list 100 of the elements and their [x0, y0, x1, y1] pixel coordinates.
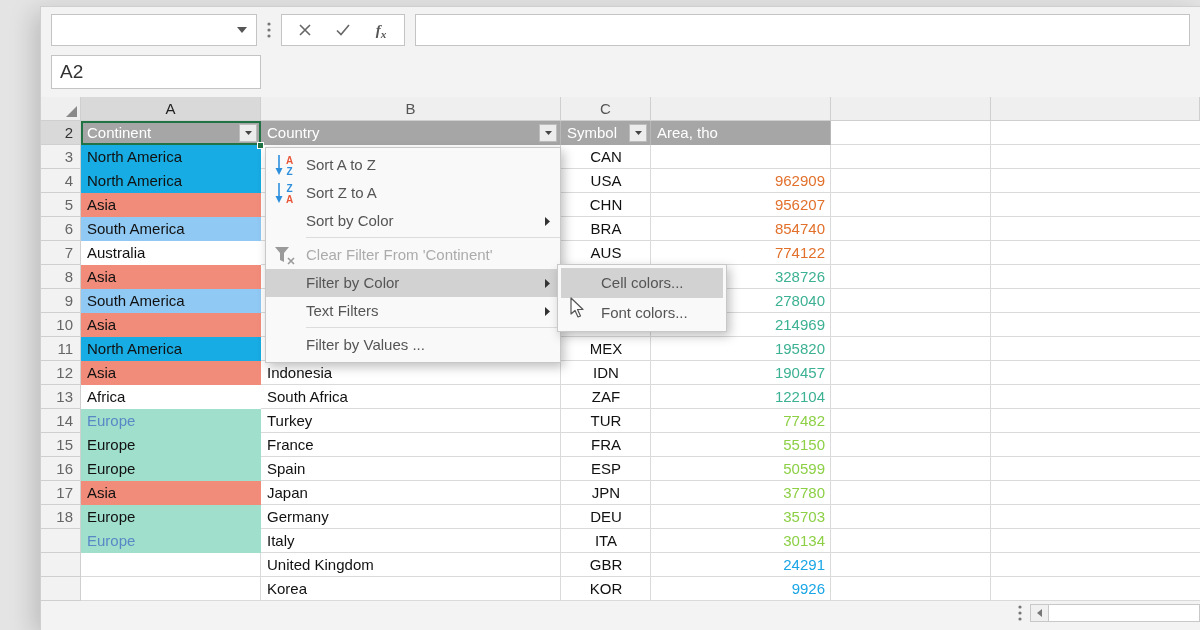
table-cell: 55150: [783, 436, 825, 453]
row-header[interactable]: 12: [41, 361, 81, 385]
menu-item[interactable]: Sort by Color: [266, 207, 560, 235]
dropdown-field[interactable]: [51, 14, 257, 46]
row-header[interactable]: [41, 529, 81, 553]
table-cell: Indonesia: [267, 364, 333, 381]
table-cell: CAN: [590, 148, 622, 165]
grip-icon: [267, 22, 271, 38]
caret-down-icon: [237, 27, 247, 33]
filter-button[interactable]: [539, 124, 557, 142]
table-cell: Asia: [81, 361, 261, 385]
table-cell: United Kingdom: [267, 556, 374, 573]
grip-icon: [1018, 605, 1022, 621]
clear-filter-icon: [274, 244, 296, 266]
table-cell: 962909: [774, 172, 825, 189]
row-header[interactable]: [41, 577, 81, 601]
table-cell: 122104: [774, 388, 825, 405]
table-cell: Japan: [267, 484, 308, 501]
table-cell: IDN: [593, 364, 619, 381]
table-cell: JPN: [591, 484, 621, 501]
table-cell: FRA: [591, 436, 621, 453]
caret-down-icon: [544, 131, 552, 135]
close-icon: [299, 24, 311, 36]
row-header[interactable]: 18: [41, 505, 81, 529]
table-cell: Korea: [267, 580, 308, 597]
row-header[interactable]: 6: [41, 217, 81, 241]
row-header[interactable]: 3: [41, 145, 81, 169]
column-header[interactable]: B: [261, 97, 561, 121]
table-cell: Italy: [267, 532, 295, 549]
submenu-item[interactable]: Font colors...: [561, 298, 723, 328]
name-box[interactable]: A2: [51, 55, 261, 89]
table-cell: Europe: [81, 505, 261, 529]
table-cell: 77482: [783, 412, 825, 429]
select-all-button[interactable]: [41, 97, 81, 121]
table-cell: North America: [81, 337, 261, 361]
table-cell: 214969: [774, 316, 825, 333]
table-cell: North America: [81, 169, 261, 193]
row-header[interactable]: 15: [41, 433, 81, 457]
header-label: Continent: [87, 123, 152, 143]
row-header[interactable]: 17: [41, 481, 81, 505]
table-cell: CHN: [589, 196, 623, 213]
column-header[interactable]: A: [81, 97, 261, 121]
row-header[interactable]: 5: [41, 193, 81, 217]
mouse-pointer-icon: [570, 297, 584, 318]
row-header[interactable]: 16: [41, 457, 81, 481]
table-cell: GBR: [589, 556, 623, 573]
row-header[interactable]: 9: [41, 289, 81, 313]
table-cell: DEU: [590, 508, 622, 525]
check-icon: [336, 24, 350, 36]
submenu-item[interactable]: Cell colors...: [561, 268, 723, 298]
column-header[interactable]: [831, 97, 991, 121]
row-header[interactable]: 13: [41, 385, 81, 409]
table-cell: 37780: [783, 484, 825, 501]
row-header[interactable]: 14: [41, 409, 81, 433]
table-cell: TUR: [590, 412, 622, 429]
menu-item[interactable]: A Z Sort A to Z: [266, 151, 560, 179]
menu-item[interactable]: Z A Sort Z to A: [266, 179, 560, 207]
row-header[interactable]: [41, 553, 81, 577]
table-cell: 50599: [783, 460, 825, 477]
table-cell: Europe: [81, 457, 261, 481]
cell-text: Europe: [87, 412, 136, 429]
table-cell: MEX: [589, 340, 623, 357]
row-header[interactable]: 11: [41, 337, 81, 361]
row-header[interactable]: 7: [41, 241, 81, 265]
table-cell: 35703: [783, 508, 825, 525]
caret-left-icon: [1037, 609, 1042, 617]
table-cell: ZAF: [591, 388, 621, 405]
table-cell: 30134: [783, 532, 825, 549]
filter-button[interactable]: [239, 124, 257, 142]
menu-item[interactable]: Filter by Color: [266, 269, 560, 297]
horizontal-scrollbar[interactable]: [1030, 604, 1200, 622]
caret-down-icon: [244, 131, 252, 135]
menu-item[interactable]: Text Filters: [266, 297, 560, 325]
table-cell: North America: [81, 145, 261, 169]
caret-down-icon: [634, 131, 642, 135]
table-cell: ESP: [591, 460, 621, 477]
column-header[interactable]: [991, 97, 1200, 121]
table-cell: USA: [590, 172, 622, 189]
row-header[interactable]: 10: [41, 313, 81, 337]
table-cell: 9926: [791, 580, 825, 597]
menu-item[interactable]: Filter by Values ...: [266, 331, 560, 359]
table-cell: 24291: [783, 556, 825, 573]
table-cell: 956207: [774, 196, 825, 213]
column-header[interactable]: C: [561, 97, 651, 121]
table-cell: Europe: [81, 433, 261, 457]
scroll-left-button[interactable]: [1031, 605, 1049, 621]
table-cell: 854740: [774, 220, 825, 237]
table-cell: South America: [81, 217, 261, 241]
table-cell: 328726: [774, 268, 825, 285]
filter-button[interactable]: [629, 124, 647, 142]
formula-input[interactable]: [415, 14, 1190, 46]
table-cell: Germany: [267, 508, 329, 525]
fill-handle-icon[interactable]: [257, 142, 264, 149]
row-header[interactable]: 8: [41, 265, 81, 289]
row-header[interactable]: 2: [41, 121, 81, 145]
table-cell: Spain: [267, 460, 306, 477]
insert-function-button[interactable]: f$_{x}$: [362, 15, 400, 45]
row-header[interactable]: 4: [41, 169, 81, 193]
table-cell: 278040: [774, 292, 825, 309]
header-label: Symbol: [567, 123, 618, 143]
